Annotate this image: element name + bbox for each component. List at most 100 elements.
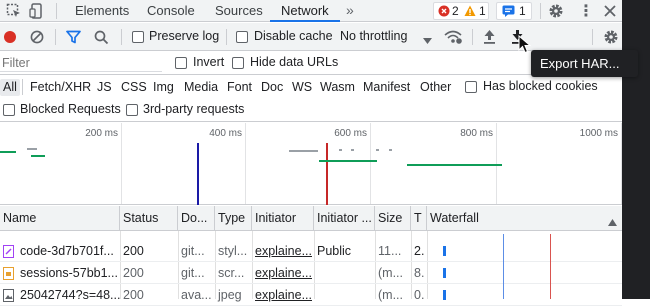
request-initiator-link[interactable]: explaine... <box>252 241 314 262</box>
type-filter-js[interactable]: JS <box>94 79 115 96</box>
issues-badge[interactable]: 2 1 <box>433 2 489 20</box>
divider <box>540 3 541 19</box>
table-row[interactable]: 25042744?s=48... 200 ava... jpeg explain… <box>0 285 622 306</box>
record-icon[interactable] <box>3 30 17 47</box>
column-header-initiator[interactable]: Initiator <box>252 206 314 231</box>
tab-network[interactable]: Network <box>270 0 340 22</box>
image-file-icon <box>3 289 14 305</box>
clear-icon[interactable] <box>30 30 44 47</box>
type-filter-manifest[interactable]: Manifest <box>360 79 413 96</box>
devtools-tab-bar: Elements Console Sources Network » 2 1 1… <box>0 0 650 22</box>
close-icon[interactable] <box>603 4 617 18</box>
network-overview-timeline[interactable]: 200 ms 400 ms 600 ms 800 ms 1000 ms <box>0 123 622 205</box>
grid-line <box>370 123 371 204</box>
filter-funnel-icon[interactable] <box>66 30 81 47</box>
column-header-status[interactable]: Status <box>120 206 178 231</box>
waterfall-dom-content-loaded-line <box>503 234 504 299</box>
request-name: sessions-57bb1... <box>20 266 118 280</box>
request-initiator-address <box>314 285 375 306</box>
request-type: scr... <box>218 266 245 280</box>
third-party-requests-checkbox[interactable] <box>126 104 138 116</box>
column-header-type[interactable]: Type <box>215 206 252 231</box>
request-name: 25042744?s=48... <box>20 288 120 302</box>
column-header-domain[interactable]: Do... <box>178 206 215 231</box>
request-status: 200 <box>123 288 144 302</box>
tab-sources[interactable]: Sources <box>215 0 263 22</box>
error-count: 2 <box>452 4 459 18</box>
request-initiator-link[interactable]: explaine... <box>252 263 314 284</box>
type-filter-all[interactable]: All <box>0 79 20 96</box>
request-domain: git... <box>181 244 205 258</box>
tab-elements[interactable]: Elements <box>75 0 129 22</box>
inspect-element-icon[interactable] <box>6 3 22 19</box>
throttling-select[interactable]: No throttling <box>340 29 407 43</box>
dom-content-loaded-line <box>197 143 199 205</box>
tick-label: 800 ms <box>460 128 493 139</box>
overview-request-bar <box>339 149 342 151</box>
overview-request-bar <box>298 150 318 152</box>
overview-request-bar <box>27 148 37 150</box>
type-filter-ws[interactable]: WS <box>289 79 315 96</box>
window-edge <box>622 0 650 299</box>
overview-request-bar <box>407 164 502 166</box>
invert-checkbox[interactable] <box>175 57 187 69</box>
type-filter-img[interactable]: Img <box>150 79 177 96</box>
type-filter-other[interactable]: Other <box>417 79 454 96</box>
script-file-icon <box>3 267 14 283</box>
column-header-time[interactable]: T <box>411 206 427 231</box>
table-row[interactable]: code-3d7b701f... 200 git... styl... expl… <box>0 241 622 262</box>
type-filter-media[interactable]: Media <box>181 79 221 96</box>
tab-console[interactable]: Console <box>147 0 195 22</box>
more-tabs-chevron-icon[interactable]: » <box>346 0 354 22</box>
import-har-upload-icon[interactable] <box>483 29 496 47</box>
column-header-waterfall[interactable]: Waterfall <box>427 206 622 231</box>
chevron-down-icon[interactable] <box>423 33 432 47</box>
divider <box>472 29 473 45</box>
sort-ascending-icon[interactable] <box>608 215 617 229</box>
request-domain: git... <box>181 266 205 280</box>
device-toolbar-icon[interactable] <box>29 3 45 19</box>
overview-request-bar <box>351 149 354 151</box>
filter-input[interactable] <box>0 54 162 72</box>
hide-data-urls-checkbox[interactable] <box>232 57 244 69</box>
request-status: 200 <box>123 266 144 280</box>
request-initiator-link[interactable]: explaine... <box>252 285 314 306</box>
blocked-requests-checkbox[interactable] <box>3 104 15 116</box>
request-initiator-address <box>314 263 375 284</box>
more-options-icon[interactable]: ⋮ <box>578 1 594 21</box>
tick-label: 200 ms <box>85 128 118 139</box>
tick-label: 1000 ms <box>579 128 618 139</box>
tick-label: 600 ms <box>334 128 367 139</box>
messages-badge[interactable]: 1 <box>496 2 532 20</box>
overview-request-bar <box>319 160 377 162</box>
type-filter-css[interactable]: CSS <box>118 79 150 96</box>
divider <box>592 29 593 45</box>
type-filter-wasm[interactable]: Wasm <box>317 79 358 96</box>
column-header-size[interactable]: Size <box>375 206 411 231</box>
has-blocked-cookies-checkbox[interactable] <box>465 81 477 93</box>
message-icon <box>502 5 515 21</box>
type-filter-font[interactable]: Font <box>224 79 255 96</box>
network-conditions-wifi-icon[interactable] <box>444 29 462 48</box>
type-filter-doc[interactable]: Doc <box>258 79 286 96</box>
blocked-requests-label: Blocked Requests <box>20 102 121 116</box>
type-filter-fetch-xhr[interactable]: Fetch/XHR <box>27 79 94 96</box>
disable-cache-checkbox[interactable] <box>236 31 248 43</box>
message-count: 1 <box>519 4 526 18</box>
disable-cache-label: Disable cache <box>254 29 333 43</box>
overview-request-bar <box>31 155 45 157</box>
divider <box>22 79 23 95</box>
request-size: (m... <box>378 288 403 302</box>
preserve-log-checkbox[interactable] <box>132 31 144 43</box>
error-icon <box>438 5 450 21</box>
load-event-line <box>326 143 328 205</box>
settings-gear-icon[interactable] <box>548 3 564 19</box>
network-settings-gear-icon[interactable] <box>603 29 619 48</box>
grid-line <box>121 123 122 204</box>
search-icon[interactable] <box>94 30 109 48</box>
table-row[interactable]: sessions-57bb1... 200 git... scr... expl… <box>0 263 622 284</box>
column-header-initiator-address[interactable]: Initiator ... <box>314 206 375 231</box>
warning-icon <box>464 5 476 21</box>
column-header-name[interactable]: Name <box>0 206 120 231</box>
tick-label: 400 ms <box>209 128 242 139</box>
